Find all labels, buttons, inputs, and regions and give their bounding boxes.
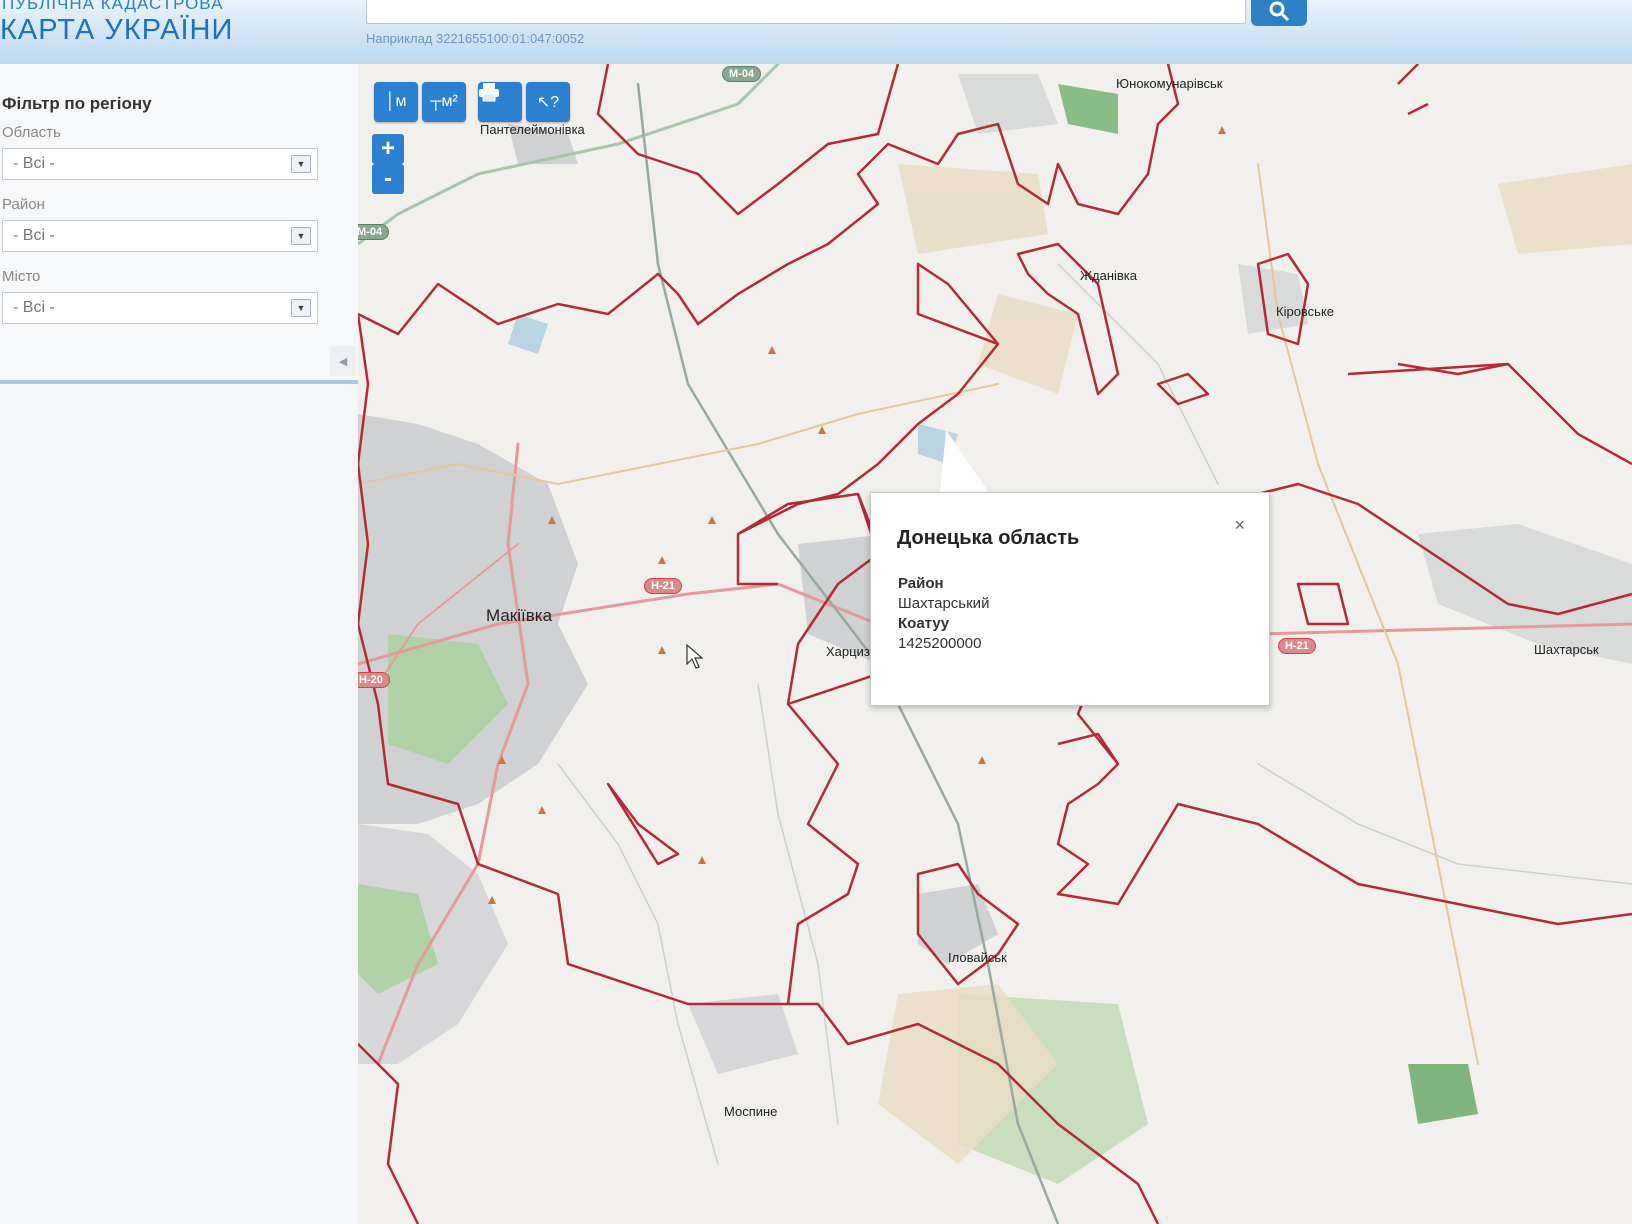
city-label-yunokomunarivsk: Юнокомунарівськ	[1116, 76, 1223, 91]
koatuu-value: 1425200000	[898, 635, 982, 652]
road-label-h21: H-21	[644, 578, 682, 594]
raion-label: Район	[2, 196, 45, 213]
zoom-in-button[interactable]: +	[372, 134, 404, 164]
brand-title[interactable]: КАРТА УКРАЇНИ	[0, 14, 233, 47]
identify-button[interactable]: ↖?	[526, 82, 570, 122]
filter-title: Фільтр по регіону	[2, 94, 152, 113]
print-icon	[479, 83, 499, 102]
city-label-zhdanivka: Жданівка	[1080, 268, 1137, 283]
cadastral-search-input[interactable]	[366, 0, 1246, 24]
district-value: Шахтарський	[898, 595, 990, 612]
collapse-sidebar-button[interactable]: ◀	[330, 346, 356, 376]
city-label-mospyne: Моспине	[724, 1104, 778, 1119]
app-header: ПУБЛІЧНА КАДАСТРОВА КАРТА УКРАЇНИ Наприк…	[0, 0, 1632, 65]
sidebar: Фільтр по регіону Область - Всі - ▼ Райо…	[0, 64, 358, 1224]
city-label-makiivka: Макіївка	[486, 606, 553, 625]
city-label-ilovaisk: Іловайськ	[948, 950, 1007, 965]
cursor-question-icon: ↖?	[536, 94, 560, 111]
misto-select-value: - Всі -	[13, 299, 55, 316]
district-label: Район	[898, 575, 944, 592]
popup-title: Донецька область	[897, 527, 1080, 549]
city-label-kirovske: Кіровське	[1276, 304, 1335, 319]
chevron-down-icon[interactable]: ▼	[291, 227, 311, 245]
measure-distance-button[interactable]: │ᴍ	[374, 82, 418, 122]
brand-subtitle: ПУБЛІЧНА КАДАСТРОВА	[2, 0, 224, 13]
road-label-m04: M-04	[722, 66, 762, 82]
road-label-m04: M-04	[358, 224, 390, 240]
koatuu-label: Коатуу	[898, 615, 950, 632]
mouse-cursor-icon	[686, 644, 704, 669]
zoom-out-button[interactable]: -	[372, 164, 404, 194]
ruler-icon: │ᴍ	[385, 93, 407, 110]
chevron-left-icon: ◀	[338, 355, 348, 368]
oblast-label: Область	[2, 124, 61, 141]
oblast-select-value: - Всі -	[13, 155, 55, 172]
road-label-h21: H-21	[1278, 638, 1316, 654]
area-ruler-icon: ┬ᴍ²	[430, 93, 458, 110]
measure-area-button[interactable]: ┬ᴍ²	[422, 82, 466, 122]
print-button[interactable]	[478, 82, 522, 122]
search-button[interactable]	[1251, 0, 1307, 26]
city-label-panteleimonivka: Пантелеймонівка	[480, 122, 585, 137]
raion-select-value: - Всі -	[13, 227, 55, 244]
popup-pointer	[940, 430, 990, 494]
close-icon[interactable]: ×	[1234, 515, 1245, 536]
map-canvas[interactable]: │ᴍ ┬ᴍ² ↖? + - M-04 M-04 H-21 H-20 H-21 М…	[358, 64, 1632, 1224]
search-icon	[1269, 1, 1290, 22]
misto-label: Місто	[2, 268, 41, 285]
road-label-h20: H-20	[358, 672, 390, 688]
raion-select[interactable]: - Всі - ▼	[2, 220, 318, 252]
oblast-select[interactable]: - Всі - ▼	[2, 148, 318, 180]
city-label-shakhtarsk: Шахтарськ	[1534, 642, 1599, 657]
misto-select[interactable]: - Всі - ▼	[2, 292, 318, 324]
chevron-down-icon[interactable]: ▼	[291, 299, 311, 317]
info-popup: Донецька область × Район Шахтарський Коа…	[870, 492, 1270, 706]
region-filter-panel: Фільтр по регіону Область - Всі - ▼ Райо…	[0, 64, 358, 384]
chevron-down-icon[interactable]: ▼	[291, 155, 311, 173]
search-example-hint: Наприклад 3221655100:01:047:0052	[366, 31, 585, 46]
